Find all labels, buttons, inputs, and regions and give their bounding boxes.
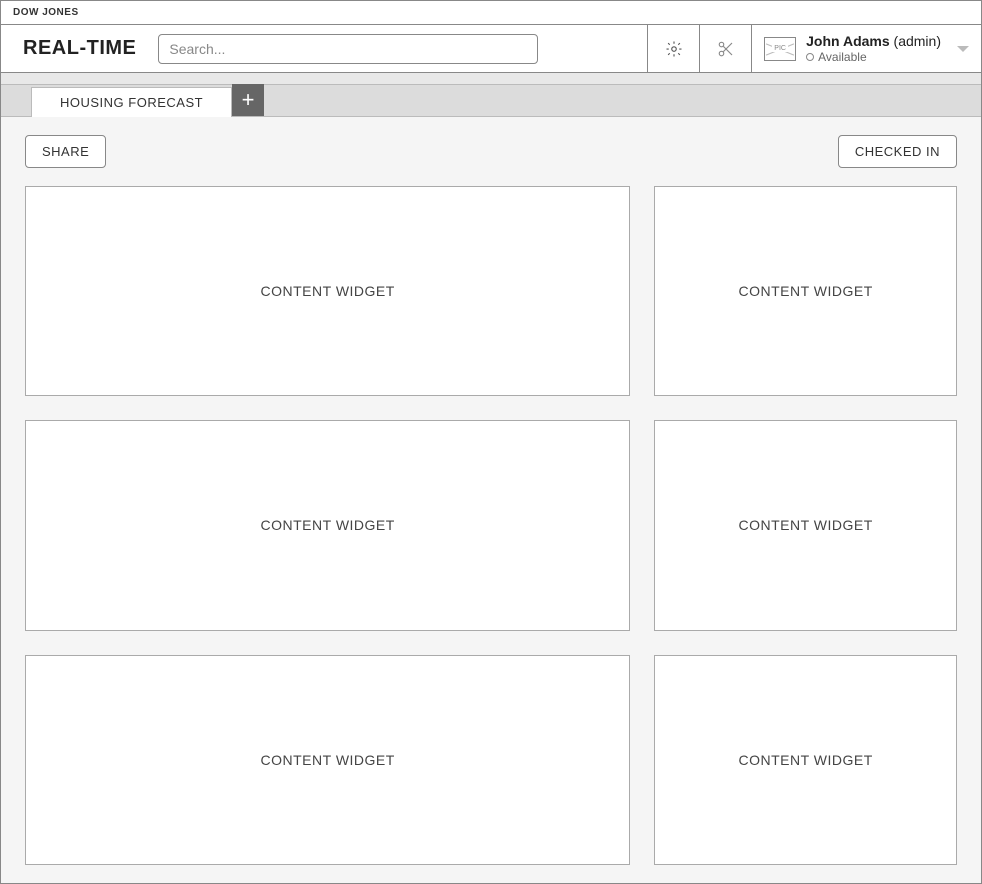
- tab-bar: HOUSING FORECAST +: [1, 85, 981, 117]
- user-status: Available: [818, 50, 866, 64]
- chevron-down-icon: [957, 46, 969, 52]
- content-widget[interactable]: CONTENT WIDGET: [25, 655, 630, 865]
- sub-header-bar: [1, 73, 981, 85]
- brand-label: DOW JONES: [13, 7, 79, 18]
- user-info: John Adams (admin) Available: [806, 33, 941, 64]
- content-widget[interactable]: CONTENT WIDGET: [654, 186, 957, 396]
- content-widget[interactable]: CONTENT WIDGET: [25, 186, 630, 396]
- app-title: REAL-TIME: [1, 37, 158, 60]
- add-tab-button[interactable]: +: [232, 84, 264, 116]
- header-bar: REAL-TIME: [1, 25, 981, 73]
- avatar: PIC: [764, 37, 796, 61]
- user-menu[interactable]: PIC John Adams (admin) Available: [751, 25, 981, 73]
- content-widget[interactable]: CONTENT WIDGET: [654, 655, 957, 865]
- user-name: John Adams: [806, 33, 890, 49]
- scissors-icon: [717, 40, 735, 58]
- content-area: SHARE CHECKED IN CONTENT WIDGET CONTENT …: [1, 117, 981, 883]
- user-role: (admin): [894, 33, 941, 49]
- content-widget[interactable]: CONTENT WIDGET: [654, 420, 957, 630]
- content-widget[interactable]: CONTENT WIDGET: [25, 420, 630, 630]
- tab-housing-forecast[interactable]: HOUSING FORECAST: [31, 87, 232, 117]
- user-name-line: John Adams (admin): [806, 33, 941, 50]
- search-wrap: [158, 34, 538, 64]
- plus-icon: +: [242, 87, 255, 113]
- app-frame: DOW JONES REAL-TIME: [0, 0, 982, 884]
- widget-grid: CONTENT WIDGET CONTENT WIDGET CONTENT WI…: [25, 186, 957, 865]
- action-row: SHARE CHECKED IN: [25, 135, 957, 168]
- gear-icon: [665, 40, 683, 58]
- tools-button[interactable]: [699, 25, 751, 73]
- avatar-label: PIC: [772, 45, 788, 52]
- share-button[interactable]: SHARE: [25, 135, 106, 168]
- user-status-line: Available: [806, 50, 941, 64]
- status-dot-icon: [806, 53, 814, 61]
- settings-button[interactable]: [647, 25, 699, 73]
- brand-bar: DOW JONES: [1, 1, 981, 25]
- checked-in-button[interactable]: CHECKED IN: [838, 135, 957, 168]
- search-input[interactable]: [158, 34, 538, 64]
